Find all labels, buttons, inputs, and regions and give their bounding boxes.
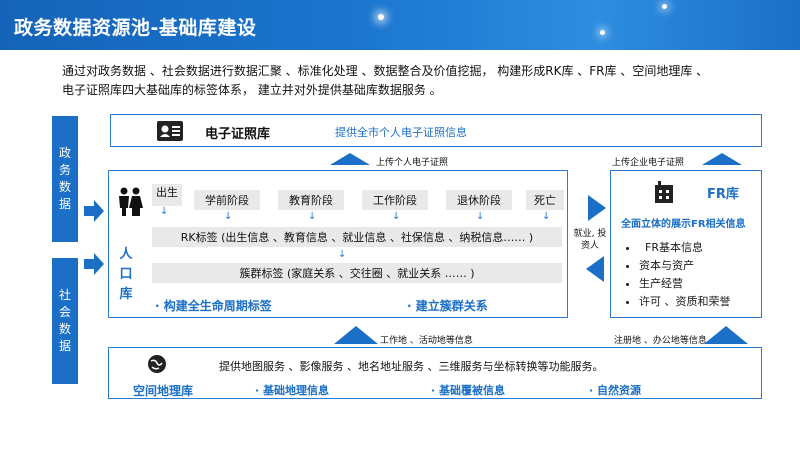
globe-icon	[148, 355, 166, 373]
left-arrow-icon	[586, 256, 604, 282]
intro-line: 通过对政务数据 、社会数据进行数据汇聚 、标准化处理 、数据整合及价值挖掘， 构…	[62, 64, 709, 78]
reg-flow-label: 注册地 、办公地等信息	[614, 336, 707, 346]
down-arrow-icon: ↓	[308, 211, 317, 222]
link-label: 就业, 投资人	[573, 229, 607, 251]
gov-data-label: 政务数据	[52, 116, 78, 242]
population-title: 人口库	[119, 247, 133, 302]
intro-line: 电子证照库四大基础库的标签体系， 建立并对外提供基础库数据服务 。	[62, 83, 442, 97]
up-arrow-icon	[702, 153, 742, 165]
down-arrow-icon: ↓	[542, 211, 551, 222]
fr-item: FR基本信息	[639, 239, 731, 257]
stage-education: 教育阶段	[278, 190, 344, 210]
sparkle-decoration	[662, 4, 667, 9]
page-title: 政务数据资源池-基础库建设	[14, 17, 257, 39]
stage-preschool: 学前阶段	[194, 190, 260, 210]
upload-enterprise-label: 上传企业电子证照	[612, 158, 685, 168]
cert-library-desc: 提供全市个人电子证照信息	[335, 126, 467, 139]
geo-library-box: 提供地图服务 、影像服务 、地名地址服务 、三维服务与坐标转换等功能服务。 空间…	[108, 347, 762, 399]
fr-item: 资本与资产	[639, 257, 731, 275]
geo-tag: · 基础地理信息	[255, 384, 330, 397]
cert-library-title: 电子证照库	[205, 127, 271, 142]
geo-title: 空间地理库	[133, 384, 194, 398]
up-arrow-icon	[330, 153, 370, 165]
rk-label-bar: RK标签 (出生信息 、教育信息 、就业信息 、社保信息 、纳税信息…… )	[152, 227, 562, 247]
right-arrow-icon	[588, 195, 606, 221]
relation-tag: · 建立簇群关系	[407, 299, 488, 313]
right-arrow-icon	[84, 200, 104, 222]
down-arrow-icon: ↓	[476, 211, 485, 222]
header-bar: 政务数据资源池-基础库建设	[0, 0, 800, 50]
upload-personal-label: 上传个人电子证照	[376, 158, 449, 168]
building-icon	[655, 181, 673, 203]
work-flow-label: 工作地 、活动地等信息	[380, 336, 473, 346]
geo-desc: 提供地图服务 、影像服务 、地名地址服务 、三维服务与坐标转换等功能服务。	[219, 360, 604, 373]
down-arrow-icon: ↓	[392, 211, 401, 222]
sparkle-decoration	[378, 14, 384, 20]
cluster-label-bar: 簇群标签 (家庭关系 、交往圈 、就业关系 …… )	[152, 263, 562, 283]
fr-library-box: FR库 全面立体的展示FR相关信息 FR基本信息 资本与资产 生产经营 许可 、…	[610, 170, 762, 318]
down-arrow-icon: ↓	[160, 206, 169, 217]
sparkle-decoration	[600, 30, 605, 35]
fr-subtitle: 全面立体的展示FR相关信息	[621, 219, 746, 230]
cert-library-box: 电子证照库 提供全市个人电子证照信息	[110, 114, 762, 147]
fr-item-list: FR基本信息 资本与资产 生产经营 许可 、资质和荣誉	[627, 239, 731, 311]
id-card-icon	[157, 121, 183, 141]
geo-tag: · 基础覆被信息	[431, 384, 506, 397]
right-arrow-icon	[84, 253, 104, 275]
intro-text: 通过对政务数据 、社会数据进行数据汇聚 、标准化处理 、数据整合及价值挖掘， 构…	[62, 62, 762, 100]
up-arrow-icon	[704, 326, 748, 344]
fr-item: 生产经营	[639, 275, 731, 293]
fr-item: 许可 、资质和荣誉	[639, 293, 731, 311]
geo-tag: · 自然资源	[589, 384, 642, 397]
stage-birth: 出生	[152, 184, 182, 206]
lifecycle-tag: · 构建全生命周期标签	[155, 299, 272, 313]
fr-title: FR库	[707, 187, 739, 202]
stage-work: 工作阶段	[362, 190, 428, 210]
social-data-label: 社会数据	[52, 258, 78, 384]
stage-death: 死亡	[526, 190, 564, 210]
stage-retire: 退休阶段	[446, 190, 512, 210]
up-arrow-icon	[334, 326, 378, 344]
people-icon	[119, 187, 143, 216]
down-arrow-icon: ↓	[338, 249, 347, 260]
down-arrow-icon: ↓	[224, 211, 233, 222]
